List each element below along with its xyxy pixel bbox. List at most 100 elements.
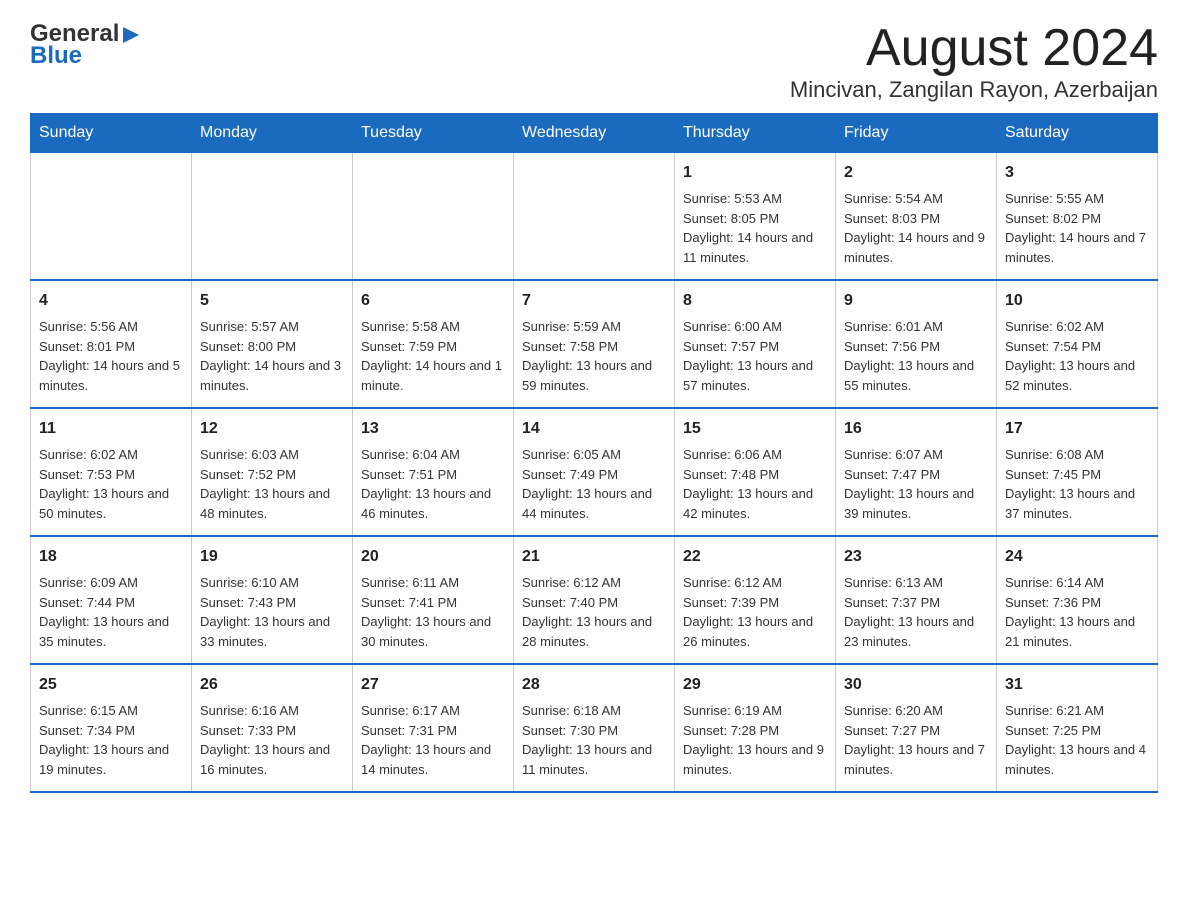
page-header: General Blue August 2024 Mincivan, Zangi… xyxy=(30,20,1158,103)
calendar-cell: 10 Sunrise: 6:02 AMSunset: 7:54 PMDayligh… xyxy=(997,280,1158,408)
day-info: Sunrise: 5:58 AMSunset: 7:59 PMDaylight:… xyxy=(361,317,505,395)
day-info: Sunrise: 6:18 AMSunset: 7:30 PMDaylight:… xyxy=(522,701,666,779)
calendar-cell: 13 Sunrise: 6:04 AMSunset: 7:51 PMDayligh… xyxy=(353,408,514,536)
day-number: 5 xyxy=(200,289,344,313)
calendar-cell: 9 Sunrise: 6:01 AMSunset: 7:56 PMDaylight… xyxy=(836,280,997,408)
day-info: Sunrise: 5:55 AMSunset: 8:02 PMDaylight:… xyxy=(1005,189,1149,267)
day-info: Sunrise: 6:01 AMSunset: 7:56 PMDaylight:… xyxy=(844,317,988,395)
calendar-table: Sunday Monday Tuesday Wednesday Thursday… xyxy=(30,113,1158,793)
day-info: Sunrise: 6:11 AMSunset: 7:41 PMDaylight:… xyxy=(361,573,505,651)
calendar-week-row: 25 Sunrise: 6:15 AMSunset: 7:34 PMDayligh… xyxy=(31,664,1158,792)
calendar-cell: 26Sunrise: 6:16 AMSunset: 7:33 PMDayligh… xyxy=(192,664,353,792)
calendar-cell: 17 Sunrise: 6:08 AMSunset: 7:45 PMDayligh… xyxy=(997,408,1158,536)
day-info: Sunrise: 6:15 AMSunset: 7:34 PMDaylight:… xyxy=(39,701,183,779)
calendar-cell: 8 Sunrise: 6:00 AMSunset: 7:57 PMDaylight… xyxy=(675,280,836,408)
day-number: 4 xyxy=(39,289,183,313)
day-info: Sunrise: 6:04 AMSunset: 7:51 PMDaylight:… xyxy=(361,445,505,523)
day-number: 7 xyxy=(522,289,666,313)
calendar-week-row: 4 Sunrise: 5:56 AMSunset: 8:01 PMDaylight… xyxy=(31,280,1158,408)
day-info: Sunrise: 6:10 AMSunset: 7:43 PMDaylight:… xyxy=(200,573,344,651)
day-number: 30 xyxy=(844,673,988,697)
day-info: Sunrise: 6:17 AMSunset: 7:31 PMDaylight:… xyxy=(361,701,505,779)
day-number: 27 xyxy=(361,673,505,697)
location-title: Mincivan, Zangilan Rayon, Azerbaijan xyxy=(790,77,1158,103)
calendar-cell: 29 Sunrise: 6:19 AMSunset: 7:28 PMDayligh… xyxy=(675,664,836,792)
day-info: Sunrise: 6:13 AMSunset: 7:37 PMDaylight:… xyxy=(844,573,988,651)
col-sunday: Sunday xyxy=(31,114,192,153)
calendar-cell: 15 Sunrise: 6:06 AMSunset: 7:48 PMDayligh… xyxy=(675,408,836,536)
day-number: 3 xyxy=(1005,161,1149,185)
day-number: 15 xyxy=(683,417,827,441)
day-info: Sunrise: 6:02 AMSunset: 7:54 PMDaylight:… xyxy=(1005,317,1149,395)
calendar-cell: 4 Sunrise: 5:56 AMSunset: 8:01 PMDaylight… xyxy=(31,280,192,408)
day-info: Sunrise: 6:08 AMSunset: 7:45 PMDaylight:… xyxy=(1005,445,1149,523)
day-info: Sunrise: 6:16 AMSunset: 7:33 PMDaylight:… xyxy=(200,701,344,779)
col-tuesday: Tuesday xyxy=(353,114,514,153)
day-number: 16 xyxy=(844,417,988,441)
day-number: 6 xyxy=(361,289,505,313)
logo-blue-text: Blue xyxy=(30,42,82,70)
day-info: Sunrise: 6:05 AMSunset: 7:49 PMDaylight:… xyxy=(522,445,666,523)
day-number: 11 xyxy=(39,417,183,441)
day-number: 18 xyxy=(39,545,183,569)
col-friday: Friday xyxy=(836,114,997,153)
calendar-cell xyxy=(353,153,514,281)
day-number: 31 xyxy=(1005,673,1149,697)
day-info: Sunrise: 5:54 AMSunset: 8:03 PMDaylight:… xyxy=(844,189,988,267)
calendar-cell: 21Sunrise: 6:12 AMSunset: 7:40 PMDayligh… xyxy=(514,536,675,664)
day-number: 24 xyxy=(1005,545,1149,569)
day-number: 9 xyxy=(844,289,988,313)
day-info: Sunrise: 6:14 AMSunset: 7:36 PMDaylight:… xyxy=(1005,573,1149,651)
calendar-week-row: 11Sunrise: 6:02 AMSunset: 7:53 PMDayligh… xyxy=(31,408,1158,536)
calendar-cell: 31 Sunrise: 6:21 AMSunset: 7:25 PMDayligh… xyxy=(997,664,1158,792)
day-number: 12 xyxy=(200,417,344,441)
col-monday: Monday xyxy=(192,114,353,153)
day-info: Sunrise: 6:07 AMSunset: 7:47 PMDaylight:… xyxy=(844,445,988,523)
day-info: Sunrise: 6:00 AMSunset: 7:57 PMDaylight:… xyxy=(683,317,827,395)
calendar-cell: 14Sunrise: 6:05 AMSunset: 7:49 PMDayligh… xyxy=(514,408,675,536)
day-number: 25 xyxy=(39,673,183,697)
calendar-cell: 27 Sunrise: 6:17 AMSunset: 7:31 PMDayligh… xyxy=(353,664,514,792)
calendar-cell: 6 Sunrise: 5:58 AMSunset: 7:59 PMDaylight… xyxy=(353,280,514,408)
day-info: Sunrise: 5:56 AMSunset: 8:01 PMDaylight:… xyxy=(39,317,183,395)
calendar-cell: 24 Sunrise: 6:14 AMSunset: 7:36 PMDayligh… xyxy=(997,536,1158,664)
day-number: 21 xyxy=(522,545,666,569)
calendar-cell xyxy=(31,153,192,281)
day-info: Sunrise: 6:03 AMSunset: 7:52 PMDaylight:… xyxy=(200,445,344,523)
day-number: 29 xyxy=(683,673,827,697)
day-info: Sunrise: 5:59 AMSunset: 7:58 PMDaylight:… xyxy=(522,317,666,395)
day-info: Sunrise: 6:06 AMSunset: 7:48 PMDaylight:… xyxy=(683,445,827,523)
calendar-cell: 20 Sunrise: 6:11 AMSunset: 7:41 PMDayligh… xyxy=(353,536,514,664)
calendar-cell: 12 Sunrise: 6:03 AMSunset: 7:52 PMDayligh… xyxy=(192,408,353,536)
day-number: 2 xyxy=(844,161,988,185)
day-info: Sunrise: 6:12 AMSunset: 7:39 PMDaylight:… xyxy=(683,573,827,651)
calendar-header-row: Sunday Monday Tuesday Wednesday Thursday… xyxy=(31,114,1158,153)
day-info: Sunrise: 6:20 AMSunset: 7:27 PMDaylight:… xyxy=(844,701,988,779)
calendar-cell: 5Sunrise: 5:57 AMSunset: 8:00 PMDaylight… xyxy=(192,280,353,408)
day-number: 8 xyxy=(683,289,827,313)
day-info: Sunrise: 5:53 AMSunset: 8:05 PMDaylight:… xyxy=(683,189,827,267)
day-number: 10 xyxy=(1005,289,1149,313)
logo-arrow-icon xyxy=(121,25,141,45)
month-title: August 2024 xyxy=(790,20,1158,77)
day-number: 23 xyxy=(844,545,988,569)
day-number: 28 xyxy=(522,673,666,697)
calendar-cell: 16 Sunrise: 6:07 AMSunset: 7:47 PMDayligh… xyxy=(836,408,997,536)
calendar-cell: 25 Sunrise: 6:15 AMSunset: 7:34 PMDayligh… xyxy=(31,664,192,792)
calendar-cell: 1Sunrise: 5:53 AMSunset: 8:05 PMDaylight… xyxy=(675,153,836,281)
calendar-cell xyxy=(514,153,675,281)
calendar-cell: 18Sunrise: 6:09 AMSunset: 7:44 PMDayligh… xyxy=(31,536,192,664)
day-number: 20 xyxy=(361,545,505,569)
day-number: 13 xyxy=(361,417,505,441)
calendar-cell xyxy=(192,153,353,281)
calendar-week-row: 1Sunrise: 5:53 AMSunset: 8:05 PMDaylight… xyxy=(31,153,1158,281)
calendar-cell: 30 Sunrise: 6:20 AMSunset: 7:27 PMDayligh… xyxy=(836,664,997,792)
day-number: 17 xyxy=(1005,417,1149,441)
calendar-cell: 28 Sunrise: 6:18 AMSunset: 7:30 PMDayligh… xyxy=(514,664,675,792)
day-info: Sunrise: 6:21 AMSunset: 7:25 PMDaylight:… xyxy=(1005,701,1149,779)
calendar-cell: 2 Sunrise: 5:54 AMSunset: 8:03 PMDaylight… xyxy=(836,153,997,281)
col-wednesday: Wednesday xyxy=(514,114,675,153)
day-number: 19 xyxy=(200,545,344,569)
day-info: Sunrise: 6:19 AMSunset: 7:28 PMDaylight:… xyxy=(683,701,827,779)
col-saturday: Saturday xyxy=(997,114,1158,153)
